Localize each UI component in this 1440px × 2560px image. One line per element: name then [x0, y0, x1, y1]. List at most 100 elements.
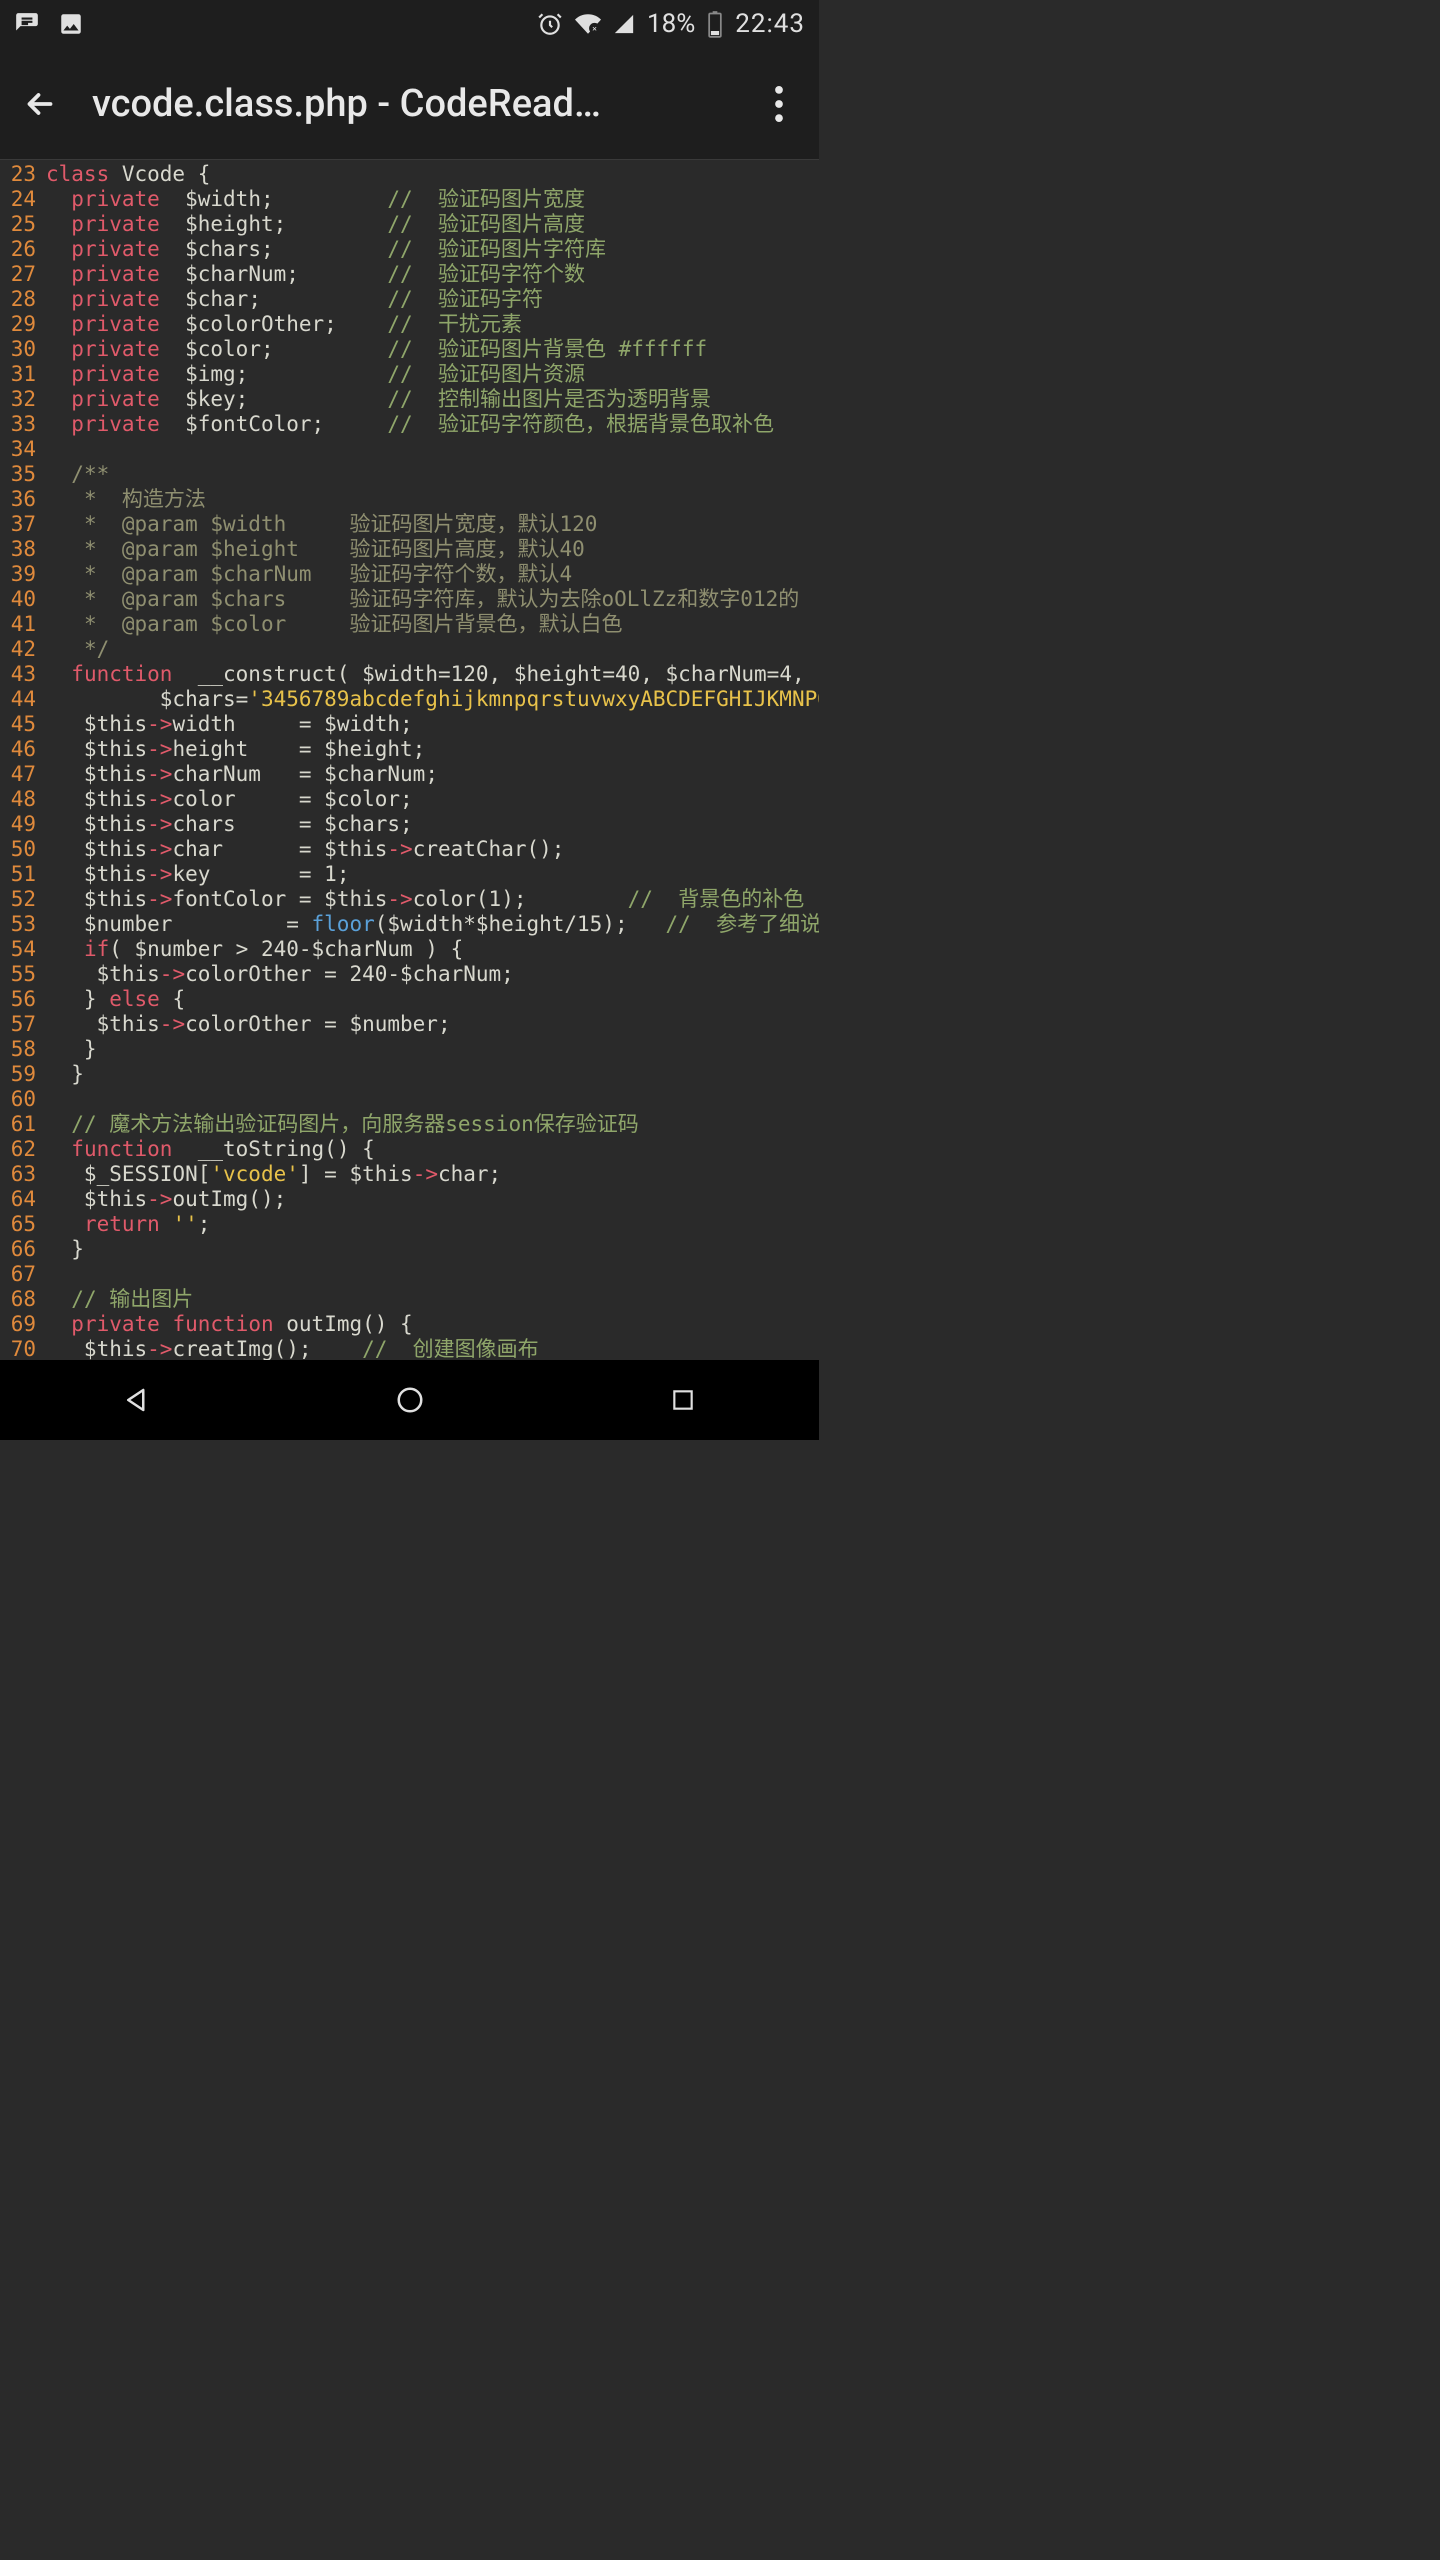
- code-line: 30 private $color; // 验证码图片背景色 #ffffff: [0, 337, 819, 362]
- code-line: 68 // 输出图片: [0, 1287, 819, 1312]
- code-line: 52 $this->fontColor = $this->color(1); /…: [0, 887, 819, 912]
- line-number: 38: [0, 537, 46, 562]
- cell-signal-icon: [613, 13, 635, 35]
- line-number: 37: [0, 512, 46, 537]
- line-number: 33: [0, 412, 46, 437]
- code-content: * @param $width 验证码图片宽度，默认120: [46, 512, 819, 537]
- code-line: 62 function __toString() {: [0, 1137, 819, 1162]
- code-line: 36 * 构造方法: [0, 487, 819, 512]
- code-content: [46, 1262, 819, 1287]
- code-content: // 输出图片: [46, 1287, 819, 1312]
- nav-home-button[interactable]: [378, 1376, 442, 1424]
- nav-recent-button[interactable]: [651, 1376, 715, 1424]
- back-button[interactable]: [16, 80, 64, 128]
- line-number: 61: [0, 1112, 46, 1137]
- code-line: 60: [0, 1087, 819, 1112]
- code-content: * @param $charNum 验证码字符个数，默认4: [46, 562, 819, 587]
- line-number: 34: [0, 437, 46, 462]
- code-content: private $charNum; // 验证码字符个数: [46, 262, 819, 287]
- code-content: $this->fontColor = $this->color(1); // 背…: [46, 887, 819, 912]
- code-editor[interactable]: 23class Vcode {24 private $width; // 验证码…: [0, 160, 819, 1360]
- code-content: $this->colorOther = $number;: [46, 1012, 819, 1037]
- line-number: 32: [0, 387, 46, 412]
- line-number: 40: [0, 587, 46, 612]
- code-line: 42 */: [0, 637, 819, 662]
- code-content: $_SESSION['vcode'] = $this->char;: [46, 1162, 819, 1187]
- code-line: 45 $this->width = $width;: [0, 712, 819, 737]
- line-number: 68: [0, 1287, 46, 1312]
- code-line: 70 $this->creatImg(); // 创建图像画布: [0, 1337, 819, 1360]
- line-number: 24: [0, 187, 46, 212]
- line-number: 49: [0, 812, 46, 837]
- code-content: $this->charNum = $charNum;: [46, 762, 819, 787]
- line-number: 52: [0, 887, 46, 912]
- line-number: 29: [0, 312, 46, 337]
- line-number: 42: [0, 637, 46, 662]
- code-line: 26 private $chars; // 验证码图片字符库: [0, 237, 819, 262]
- code-content: class Vcode {: [46, 162, 819, 187]
- code-content: $number = floor($width*$height/15); // 参…: [46, 912, 819, 937]
- line-number: 47: [0, 762, 46, 787]
- code-content: [46, 1087, 819, 1112]
- line-number: 60: [0, 1087, 46, 1112]
- line-number: 58: [0, 1037, 46, 1062]
- code-line: 24 private $width; // 验证码图片宽度: [0, 187, 819, 212]
- line-number: 53: [0, 912, 46, 937]
- line-number: 67: [0, 1262, 46, 1287]
- message-icon: [14, 11, 40, 37]
- code-line: 31 private $img; // 验证码图片资源: [0, 362, 819, 387]
- code-line: 47 $this->charNum = $charNum;: [0, 762, 819, 787]
- code-line: 28 private $char; // 验证码字符: [0, 287, 819, 312]
- code-line: 34: [0, 437, 819, 462]
- code-line: 23class Vcode {: [0, 162, 819, 187]
- code-line: 38 * @param $height 验证码图片高度，默认40: [0, 537, 819, 562]
- code-content: private $img; // 验证码图片资源: [46, 362, 819, 387]
- code-content: return '';: [46, 1212, 819, 1237]
- code-content: // 魔术方法输出验证码图片，向服务器session保存验证码: [46, 1112, 819, 1137]
- code-content: * @param $color 验证码图片背景色，默认白色: [46, 612, 819, 637]
- code-line: 63 $_SESSION['vcode'] = $this->char;: [0, 1162, 819, 1187]
- clock: 22:43: [735, 9, 805, 39]
- code-content: $this->outImg();: [46, 1187, 819, 1212]
- code-line: 66 }: [0, 1237, 819, 1262]
- alarm-icon: [537, 11, 563, 37]
- code-content: }: [46, 1062, 819, 1087]
- nav-back-button[interactable]: [105, 1376, 169, 1424]
- more-button[interactable]: [755, 80, 803, 128]
- code-line: 37 * @param $width 验证码图片宽度，默认120: [0, 512, 819, 537]
- battery-percent: 18%: [647, 9, 695, 39]
- code-content: $this->color = $color;: [46, 787, 819, 812]
- code-content: * @param $height 验证码图片高度，默认40: [46, 537, 819, 562]
- code-line: 43 function __construct( $width=120, $he…: [0, 662, 819, 687]
- code-content: $this->key = 1;: [46, 862, 819, 887]
- line-number: 23: [0, 162, 46, 187]
- line-number: 26: [0, 237, 46, 262]
- line-number: 27: [0, 262, 46, 287]
- line-number: 44: [0, 687, 46, 712]
- code-line: 56 } else {: [0, 987, 819, 1012]
- line-number: 30: [0, 337, 46, 362]
- code-content: }: [46, 1037, 819, 1062]
- line-number: 62: [0, 1137, 46, 1162]
- line-number: 54: [0, 937, 46, 962]
- line-number: 46: [0, 737, 46, 762]
- code-line: 69 private function outImg() {: [0, 1312, 819, 1337]
- code-line: 29 private $colorOther; // 干扰元素: [0, 312, 819, 337]
- code-line: 50 $this->char = $this->creatChar();: [0, 837, 819, 862]
- line-number: 25: [0, 212, 46, 237]
- code-content: * 构造方法: [46, 487, 819, 512]
- code-content: }: [46, 1237, 819, 1262]
- code-content: } else {: [46, 987, 819, 1012]
- line-number: 64: [0, 1187, 46, 1212]
- line-number: 56: [0, 987, 46, 1012]
- status-right: × 18% 22:43: [537, 9, 805, 39]
- code-line: 44 $chars='3456789abcdefghijkmnpqrstuvwx…: [0, 687, 819, 712]
- code-line: 55 $this->colorOther = 240-$charNum;: [0, 962, 819, 987]
- code-content: private $fontColor; // 验证码字符颜色，根据背景色取补色: [46, 412, 819, 437]
- status-bar: × 18% 22:43: [0, 0, 819, 48]
- code-line: 32 private $key; // 控制输出图片是否为透明背景: [0, 387, 819, 412]
- code-content: private $width; // 验证码图片宽度: [46, 187, 819, 212]
- code-line: 41 * @param $color 验证码图片背景色，默认白色: [0, 612, 819, 637]
- code-line: 61 // 魔术方法输出验证码图片，向服务器session保存验证码: [0, 1112, 819, 1137]
- code-content: * @param $chars 验证码字符库，默认为去除oOLlZz和数字012…: [46, 587, 819, 612]
